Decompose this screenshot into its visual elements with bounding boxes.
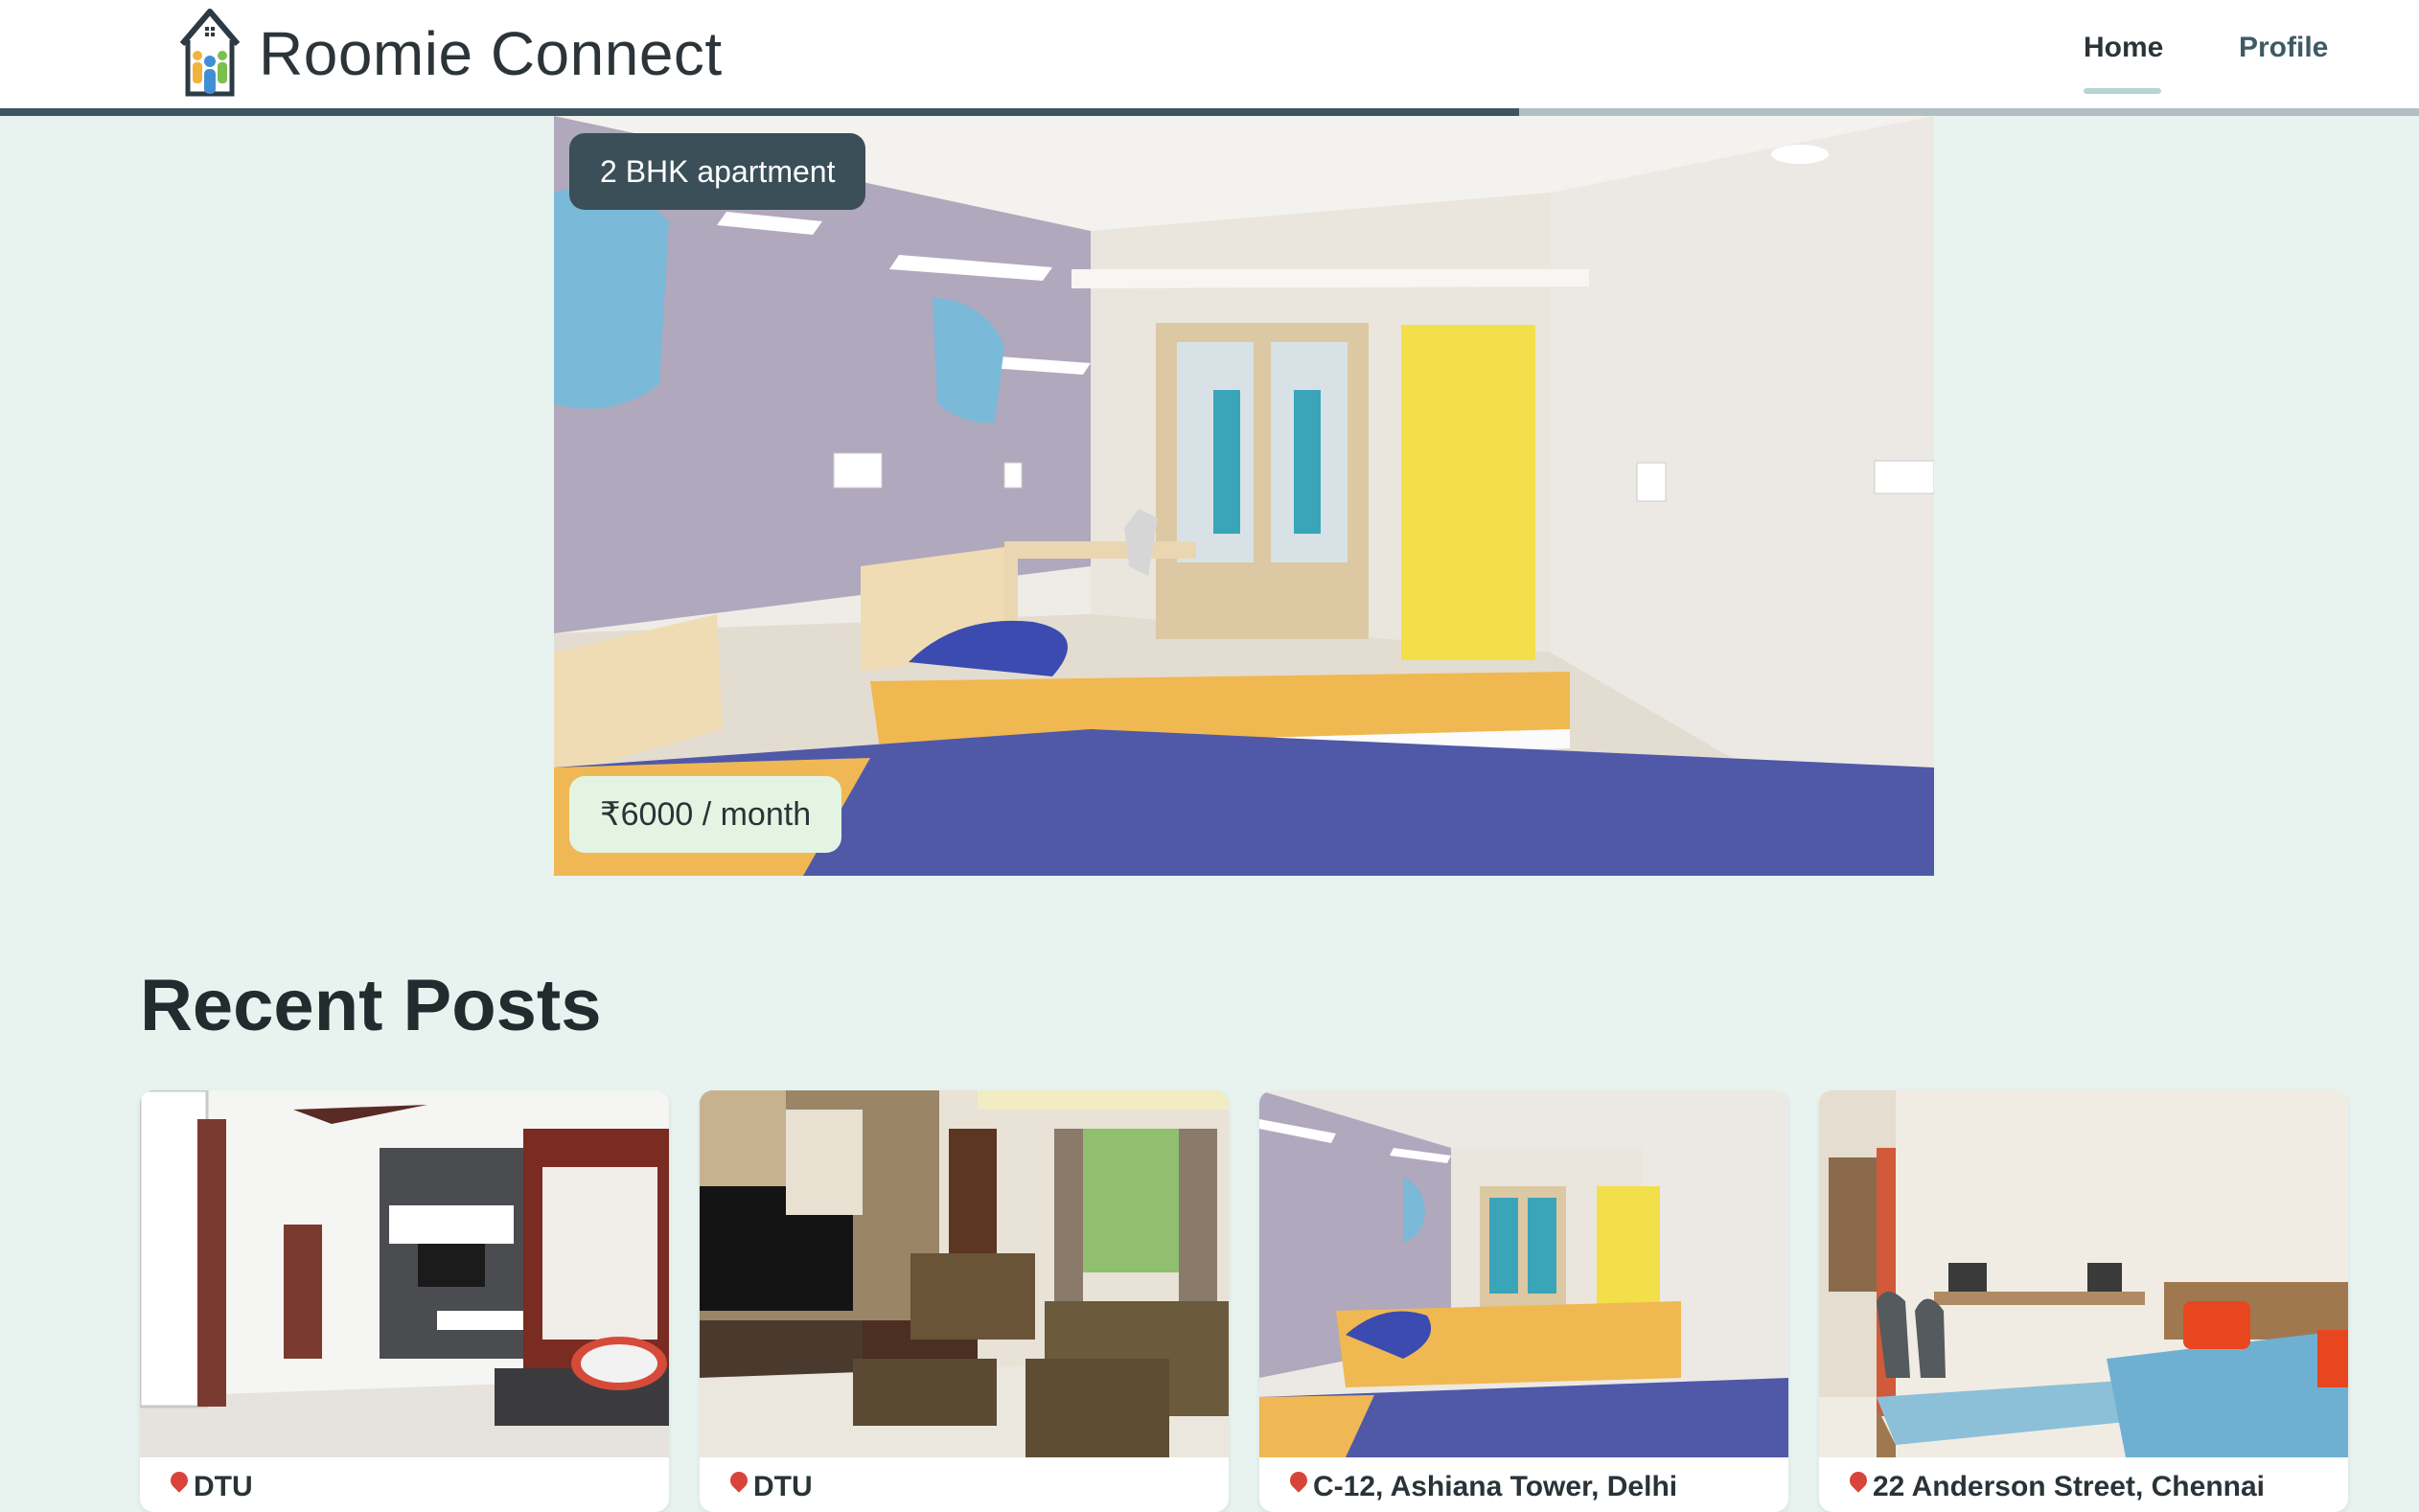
post-card[interactable]: C-12, Ashiana Tower, Delhi	[1259, 1090, 1788, 1512]
living-room-photo	[140, 1090, 669, 1457]
post-location: C-12, Ashiana Tower, Delhi	[1286, 1468, 1678, 1504]
recent-posts-heading: Recent Posts	[140, 965, 602, 1046]
post-location-text: 22 Anderson Street, Chennai	[1873, 1471, 2265, 1502]
post-card[interactable]: 22 Anderson Street, Chennai	[1819, 1090, 2348, 1512]
carousel-progress-track	[0, 108, 2419, 116]
listing-type-badge: 2 BHK apartment	[569, 133, 866, 210]
post-location-text: DTU	[753, 1471, 813, 1502]
nav-home-link[interactable]: Home	[2084, 27, 2163, 69]
top-navbar: Roomie Connect Home Profile	[0, 0, 2419, 109]
post-location: 22 Anderson Street, Chennai	[1846, 1468, 2265, 1504]
post-location-text: DTU	[194, 1471, 253, 1502]
post-location: DTU	[167, 1468, 253, 1504]
living-room-sofa-photo	[700, 1090, 1229, 1457]
featured-room-photo	[554, 116, 1934, 876]
post-location: DTU	[726, 1468, 813, 1504]
post-card[interactable]: DTU	[700, 1090, 1229, 1512]
post-card[interactable]: DTU	[140, 1090, 669, 1512]
house-people-logo-icon[interactable]	[178, 6, 242, 98]
brand-name[interactable]: Roomie Connect	[259, 13, 723, 94]
shared-bedroom-photo	[1259, 1090, 1788, 1457]
carousel-progress-fill	[0, 108, 1520, 116]
listing-price-badge: ₹6000 / month	[569, 776, 842, 853]
nav-profile-link[interactable]: Profile	[2239, 27, 2328, 69]
active-nav-indicator	[2084, 88, 2161, 94]
post-location-text: C-12, Ashiana Tower, Delhi	[1313, 1471, 1678, 1502]
featured-listing-slide[interactable]: 2 BHK apartment ₹6000 / month	[554, 116, 1934, 876]
hostel-bedroom-photo	[1819, 1090, 2348, 1457]
